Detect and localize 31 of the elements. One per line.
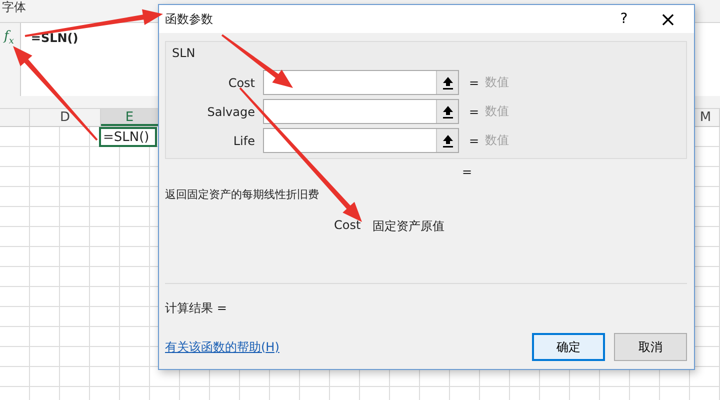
value-hint: 数值 xyxy=(485,132,509,149)
argument-label: Salvage xyxy=(206,104,255,118)
ribbon-group-label: 字体 xyxy=(2,0,26,14)
equals-sign: = xyxy=(469,134,480,148)
value-hint: 数值 xyxy=(485,103,509,120)
help-button[interactable]: ? xyxy=(602,5,646,33)
column-header[interactable]: E xyxy=(101,109,159,126)
collapse-icon[interactable] xyxy=(436,100,458,123)
dialog-title: 函数参数 xyxy=(165,10,214,28)
argument-name: Cost xyxy=(334,218,361,234)
argument-field[interactable] xyxy=(263,99,459,124)
equals-sign: = xyxy=(462,165,472,179)
argument-description: 固定资产原值 xyxy=(372,218,445,235)
collapse-icon[interactable] xyxy=(436,71,458,94)
equals-sign: = xyxy=(469,104,480,118)
collapse-icon[interactable] xyxy=(436,129,458,152)
equals-sign: = xyxy=(469,76,480,90)
insert-function-button[interactable]: f$_{x}$ xyxy=(4,27,14,49)
argument-label: Cost xyxy=(227,76,255,90)
argument-label: Life xyxy=(232,134,255,148)
argument-field[interactable] xyxy=(263,70,459,95)
help-link[interactable]: 有关该函数的帮助(H) xyxy=(165,338,280,356)
calculation-result: 计算结果 = xyxy=(165,300,228,317)
active-cell[interactable]: =SLN() xyxy=(99,127,157,147)
function-description: 返回固定资产的每期线性折旧费 xyxy=(165,187,320,202)
dialog-button[interactable]: 确定 xyxy=(532,333,605,361)
function-name: SLN xyxy=(172,46,196,60)
value-hint: 数值 xyxy=(485,74,509,91)
dialog-button[interactable]: 取消 xyxy=(614,333,687,361)
close-button[interactable]: × xyxy=(646,5,690,33)
argument-field[interactable] xyxy=(263,128,459,153)
